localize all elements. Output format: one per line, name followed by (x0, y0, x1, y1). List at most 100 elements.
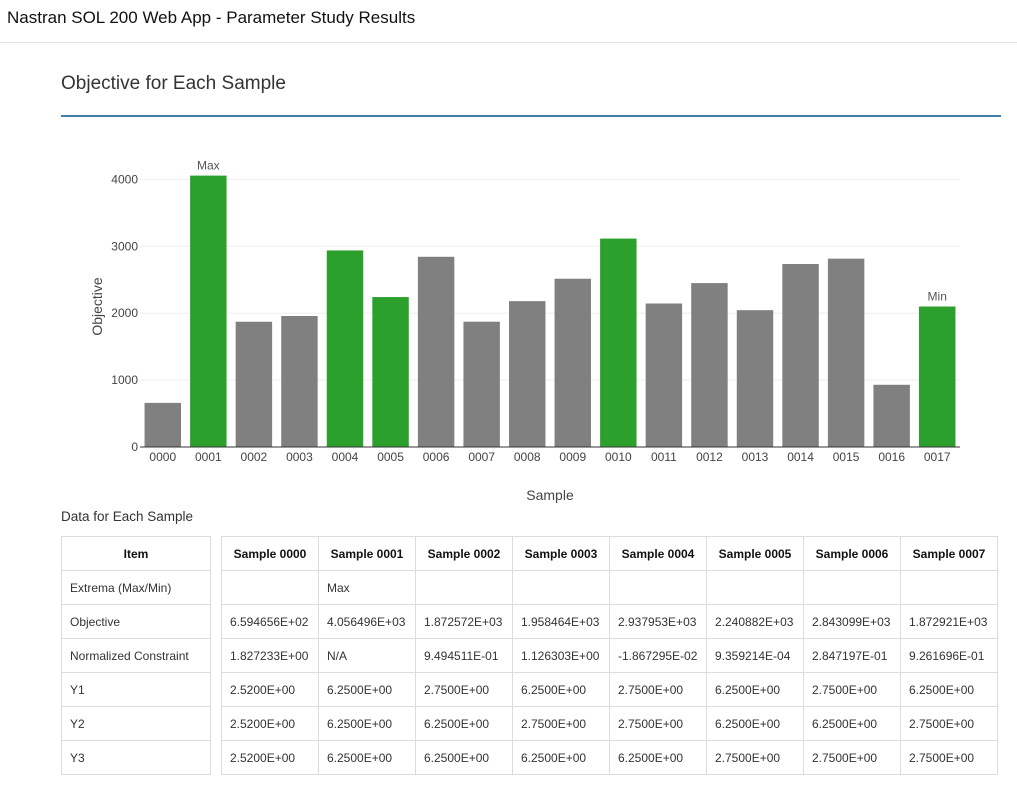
bar (736, 310, 774, 447)
bar (827, 258, 865, 447)
table-cell (415, 570, 513, 605)
table-cell: 2.847197E-01 (803, 638, 901, 673)
sample-column-header: Sample 0000 (221, 536, 319, 571)
table-cell: 2.240882E+03 (706, 604, 804, 639)
section-divider (61, 115, 1001, 117)
table-cell: 2.843099E+03 (803, 604, 901, 639)
table-cell: 6.2500E+00 (706, 672, 804, 707)
table-row: 2.5200E+00 6.2500E+00 6.2500E+00 2.7500E+00… (221, 706, 998, 741)
table-cell: 6.2500E+00 (318, 706, 416, 741)
table-row: Extrema (Max/Min) (61, 570, 211, 605)
table-cell: Max (318, 570, 416, 605)
row-label: Extrema (Max/Min) (61, 570, 211, 605)
table-cell: 2.7500E+00 (900, 706, 998, 741)
table-cell: 1.872572E+03 (415, 604, 513, 639)
table-cell: 9.359214E-04 (706, 638, 804, 673)
table-cell: 2.937953E+03 (609, 604, 707, 639)
row-label: Y2 (61, 706, 211, 741)
table-cell: 2.7500E+00 (706, 740, 804, 775)
table-cell (706, 570, 804, 605)
table-cell: 6.594656E+02 (221, 604, 319, 639)
x-tick-label: 0006 (423, 450, 450, 464)
section-title: Objective for Each Sample (61, 73, 286, 94)
table-cell: 6.2500E+00 (415, 740, 513, 775)
x-tick-label: 0017 (924, 450, 951, 464)
x-tick-label: 0001 (195, 450, 222, 464)
table-row: Objective (61, 604, 211, 639)
table-cell: 6.2500E+00 (803, 706, 901, 741)
table-cell: N/A (318, 638, 416, 673)
bar (919, 306, 956, 447)
row-label: Y3 (61, 740, 211, 775)
sample-column-header: Sample 0004 (609, 536, 707, 571)
table-cell: 2.7500E+00 (900, 740, 998, 775)
top-bar: Nastran SOL 200 Web App - Parameter Stud… (0, 0, 1017, 43)
sample-column-header: Sample 0005 (706, 536, 804, 571)
table-row: 2.5200E+00 6.2500E+00 2.7500E+00 6.2500E+00… (221, 672, 998, 707)
bar (417, 256, 455, 447)
x-tick-label: 0015 (833, 450, 860, 464)
bar (691, 283, 728, 447)
table-cell (609, 570, 707, 605)
table-cell: 1.872921E+03 (900, 604, 998, 639)
item-table-container: Item Extrema (Max/Min) Objective Normalize… (61, 536, 211, 775)
table-cell: 2.7500E+00 (512, 706, 610, 741)
table-cell: 6.2500E+00 (609, 740, 707, 775)
table-row: Y3 (61, 740, 211, 775)
table-row: Y1 (61, 672, 211, 707)
sample-column-header: Sample 0007 (900, 536, 998, 571)
table-cell: 6.2500E+00 (318, 672, 416, 707)
table-cell: 1.126303E+00 (512, 638, 610, 673)
item-table: Item Extrema (Max/Min) Objective Normalize… (61, 536, 211, 775)
bar (554, 278, 591, 447)
x-axis-title: Sample (526, 487, 574, 503)
x-tick-label: 0007 (468, 450, 495, 464)
table-cell: 2.7500E+00 (415, 672, 513, 707)
table-cell (900, 570, 998, 605)
table-row: Normalized Constraint (61, 638, 211, 673)
bar (190, 175, 227, 447)
x-tick-label: 0010 (605, 450, 632, 464)
bar (372, 297, 409, 447)
sample-column-header: Sample 0006 (803, 536, 901, 571)
x-tick-label: 0000 (149, 450, 176, 464)
bar-annotation: Min (928, 290, 947, 304)
table-cell: 2.5200E+00 (221, 706, 319, 741)
table-cell: 6.2500E+00 (512, 672, 610, 707)
bar (782, 264, 819, 447)
table-cell: 6.2500E+00 (900, 672, 998, 707)
y-tick-label: 1000 (111, 373, 138, 387)
table-cell: 2.5200E+00 (221, 740, 319, 775)
table-cell: 9.494511E-01 (415, 638, 513, 673)
table-cell: 2.7500E+00 (609, 672, 707, 707)
table-cell: 1.827233E+00 (221, 638, 319, 673)
sample-table: Sample 0000 Sample 0001 Sample 0002 Sample … (221, 536, 998, 775)
table-row: 1.827233E+00 N/A 9.494511E-01 1.126303E+00-… (221, 638, 998, 673)
table-row: 2.5200E+00 6.2500E+00 6.2500E+00 6.2500E+00… (221, 740, 998, 775)
app-title: Nastran SOL 200 Web App - Parameter Stud… (7, 8, 416, 27)
table-cell: 2.5200E+00 (221, 672, 319, 707)
x-tick-label: 0013 (742, 450, 769, 464)
table-cell: 2.7500E+00 (803, 672, 901, 707)
x-tick-label: 0008 (514, 450, 541, 464)
x-tick-label: 0012 (696, 450, 723, 464)
sample-column-header: Sample 0001 (318, 536, 416, 571)
row-label: Y1 (61, 672, 211, 707)
bar (281, 315, 318, 447)
table-row: 6.594656E+02 4.056496E+03 1.872572E+03 1.95… (221, 604, 998, 639)
row-label: Normalized Constraint (61, 638, 211, 673)
x-tick-label: 0011 (651, 450, 677, 464)
sample-table-container[interactable]: Sample 0000 Sample 0001 Sample 0002 Sample … (221, 536, 1017, 775)
x-tick-label: 0016 (878, 450, 905, 464)
x-tick-label: 0009 (559, 450, 586, 464)
table-cell (512, 570, 610, 605)
bar-annotation: Max (197, 159, 220, 173)
item-header: Item (61, 536, 211, 571)
table-caption: Data for Each Sample (61, 509, 194, 524)
table-cell: 9.261696E-01 (900, 638, 998, 673)
table-cell: 2.7500E+00 (609, 706, 707, 741)
row-label: Objective (61, 604, 211, 639)
x-tick-label: 0002 (241, 450, 268, 464)
table-cell: 6.2500E+00 (415, 706, 513, 741)
y-tick-label: 2000 (111, 306, 138, 320)
